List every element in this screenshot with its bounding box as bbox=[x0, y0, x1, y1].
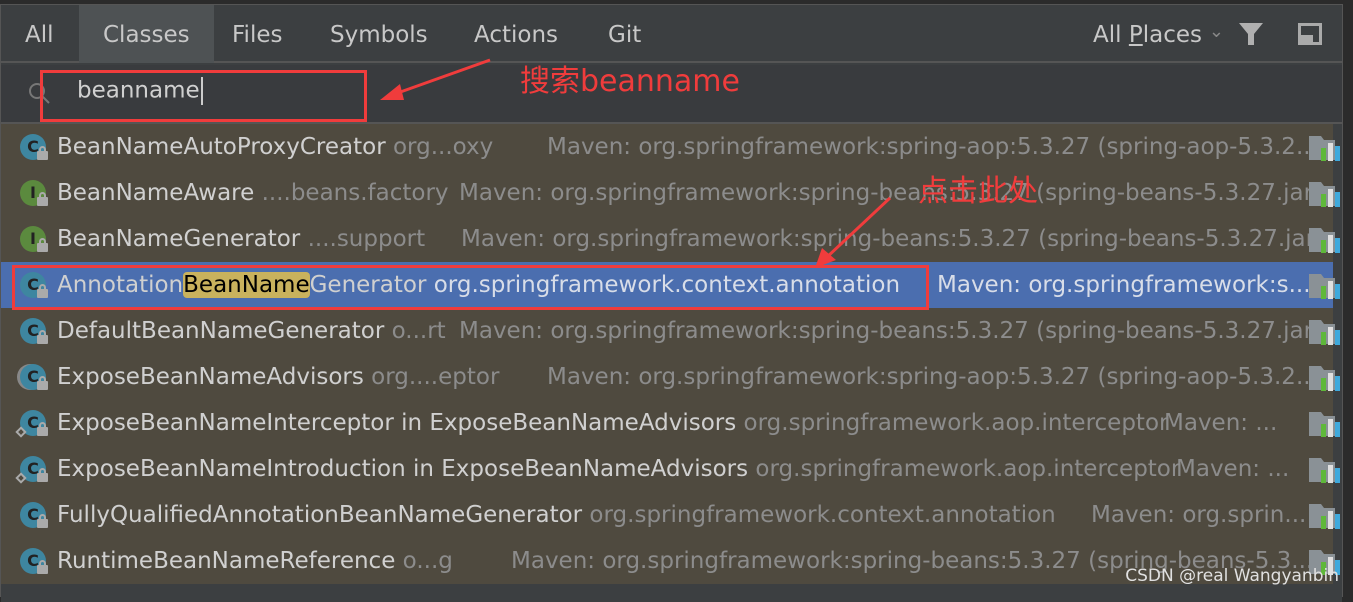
watermark: CSDN @real Wangyanbin bbox=[1125, 566, 1339, 586]
library-icon bbox=[1309, 504, 1340, 529]
tab-git[interactable]: Git bbox=[584, 5, 665, 63]
tab-bar: All Classes Files Symbols Actions Git Al… bbox=[1, 5, 1342, 63]
result-row[interactable]: C ExposeBeanNameInterceptor in ExposeBea… bbox=[1, 400, 1340, 446]
result-package: ....beans.factory bbox=[254, 180, 449, 206]
library-icon bbox=[1309, 412, 1340, 437]
result-package: org.springframework.aop.interceptor bbox=[748, 456, 1181, 482]
result-name-text: ExposeBeanNameIntroduction in ExposeBean… bbox=[57, 456, 749, 482]
result-package: org.springframework.context.annotation bbox=[582, 502, 1056, 528]
scope-rest: laces bbox=[1142, 22, 1202, 48]
result-name: BeanNameGenerator ....support bbox=[57, 216, 425, 262]
result-location: Maven: ... bbox=[1164, 410, 1278, 436]
library-icon bbox=[1309, 458, 1340, 483]
lock-icon bbox=[37, 330, 48, 344]
scope-mnemonic: P bbox=[1128, 22, 1143, 48]
result-name: BeanNameAutoProxyCreator org...oxy bbox=[57, 124, 493, 170]
result-location: Maven: ... bbox=[1176, 456, 1290, 482]
lock-icon bbox=[37, 422, 48, 436]
tab-all[interactable]: All bbox=[1, 5, 78, 63]
result-row[interactable]: C ExposeBeanNameIntroduction in ExposeBe… bbox=[1, 446, 1340, 492]
result-name-text: BeanNameAware bbox=[57, 180, 255, 206]
result-row[interactable]: C ExposeBeanNameAdvisors org....eptor Ma… bbox=[1, 354, 1340, 400]
lock-icon bbox=[37, 560, 48, 574]
result-name-text: DefaultBeanNameGenerator bbox=[57, 318, 385, 344]
click-annotation-text: 点击此处 bbox=[918, 174, 1038, 209]
result-name: BeanNameAware ....beans.factory bbox=[57, 170, 449, 216]
lock-icon bbox=[37, 376, 48, 390]
library-icon bbox=[1309, 274, 1340, 299]
click-annotation-box bbox=[12, 265, 929, 310]
preview-toggle-icon[interactable] bbox=[1298, 23, 1322, 45]
result-row[interactable]: C BeanNameAutoProxyCreator org...oxy Mav… bbox=[1, 124, 1340, 170]
result-name: ExposeBeanNameIntroduction in ExposeBean… bbox=[57, 446, 1180, 492]
tab-actions[interactable]: Actions bbox=[450, 5, 582, 63]
lock-icon bbox=[37, 238, 48, 252]
result-package: org....eptor bbox=[363, 364, 500, 390]
result-location: Maven: org.springframework:spring-aop:5.… bbox=[547, 364, 1318, 390]
result-location: Maven: org.springframework:spring-beans:… bbox=[459, 180, 1323, 206]
status-strip bbox=[1, 588, 1342, 602]
result-location: Maven: org.springframework:spring-beans:… bbox=[461, 226, 1325, 252]
library-icon bbox=[1309, 228, 1340, 253]
result-name-text: ExposeBeanNameAdvisors bbox=[57, 364, 364, 390]
library-icon bbox=[1309, 136, 1340, 161]
result-name: ExposeBeanNameAdvisors org....eptor bbox=[57, 354, 499, 400]
result-row[interactable]: C DefaultBeanNameGenerator o...rt Maven:… bbox=[1, 308, 1340, 354]
lock-icon bbox=[37, 514, 48, 528]
chevron-down-icon[interactable]: ⌄ bbox=[1209, 21, 1224, 42]
result-package: org...oxy bbox=[385, 134, 494, 160]
result-package: o...g bbox=[395, 548, 453, 574]
search-annotation-text: 搜索beanname bbox=[520, 64, 740, 99]
result-package: org.springframework.aop.interceptor bbox=[736, 410, 1169, 436]
library-icon bbox=[1309, 320, 1340, 345]
result-name: RuntimeBeanNameReference o...g bbox=[57, 538, 453, 584]
result-name: DefaultBeanNameGenerator o...rt bbox=[57, 308, 446, 354]
result-name-text: FullyQualifiedAnnotationBeanNameGenerato… bbox=[57, 502, 583, 528]
result-row[interactable]: I BeanNameAware ....beans.factory Maven:… bbox=[1, 170, 1340, 216]
result-location: Maven: org.springframework:spring-beans:… bbox=[459, 318, 1323, 344]
tab-symbols[interactable]: Symbols bbox=[306, 5, 452, 63]
scope-prefix: All bbox=[1093, 22, 1129, 48]
result-name-text: ExposeBeanNameInterceptor in ExposeBeanN… bbox=[57, 410, 737, 436]
library-icon bbox=[1309, 182, 1340, 207]
lock-icon bbox=[37, 192, 48, 206]
search-annotation-box bbox=[40, 70, 367, 122]
result-name: ExposeBeanNameInterceptor in ExposeBeanN… bbox=[57, 400, 1168, 446]
result-location: Maven: org.springframework:s... bbox=[937, 272, 1311, 298]
result-name-text: BeanNameAutoProxyCreator bbox=[57, 134, 386, 160]
tab-classes[interactable]: Classes bbox=[79, 5, 214, 63]
lock-icon bbox=[37, 146, 48, 160]
tab-files[interactable]: Files bbox=[208, 5, 306, 63]
result-package: ....support bbox=[300, 226, 426, 252]
lock-icon bbox=[37, 468, 48, 482]
result-row[interactable]: I BeanNameGenerator ....support Maven: o… bbox=[1, 216, 1340, 262]
result-row[interactable]: C FullyQualifiedAnnotationBeanNameGenera… bbox=[1, 492, 1340, 538]
result-package: o...rt bbox=[384, 318, 446, 344]
filter-icon[interactable] bbox=[1238, 21, 1264, 47]
results-list: C BeanNameAutoProxyCreator org...oxy Mav… bbox=[1, 124, 1340, 584]
scope-dropdown[interactable]: All Places bbox=[1093, 5, 1202, 65]
result-name-text: BeanNameGenerator bbox=[57, 226, 301, 252]
result-name: FullyQualifiedAnnotationBeanNameGenerato… bbox=[57, 492, 1056, 538]
result-location: Maven: org.springframework:spring-aop:5.… bbox=[547, 134, 1318, 160]
result-location: Maven: org.sprin... bbox=[1091, 502, 1307, 528]
library-icon bbox=[1309, 366, 1340, 391]
result-name-text: RuntimeBeanNameReference bbox=[57, 548, 396, 574]
